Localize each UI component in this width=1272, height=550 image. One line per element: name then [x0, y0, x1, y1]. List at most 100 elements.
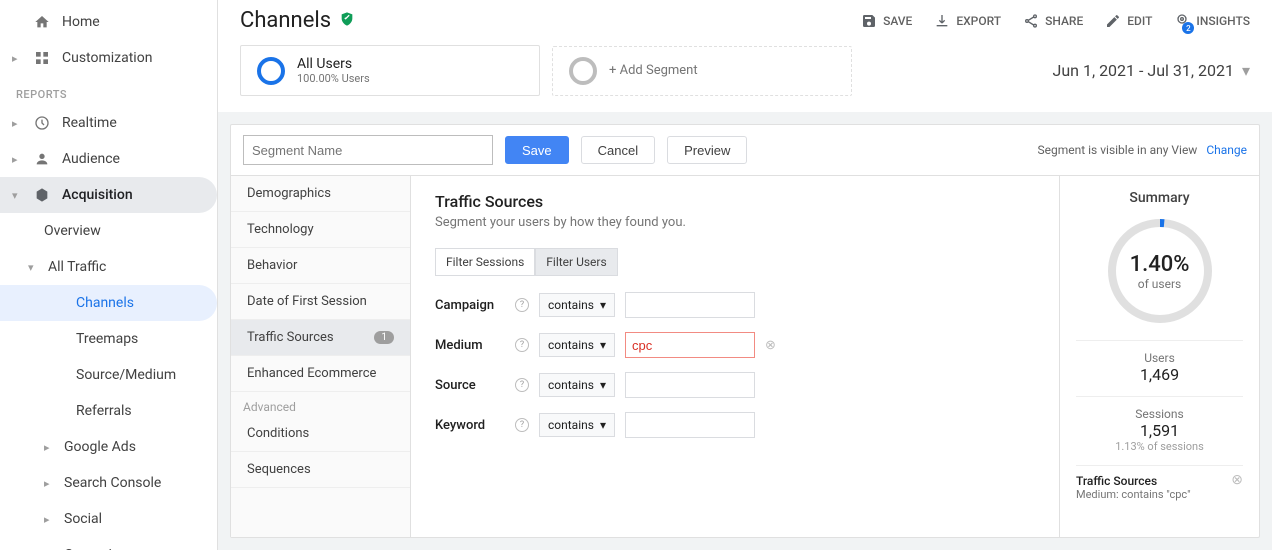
keyword-input[interactable] [625, 412, 755, 438]
medium-input[interactable] [625, 332, 755, 358]
source-operator-dropdown[interactable]: contains▾ [539, 373, 615, 397]
cat-enhanced-ecommerce[interactable]: Enhanced Ecommerce [231, 356, 410, 392]
date-range-picker[interactable]: Jun 1, 2021 - Jul 31, 2021 ▾ [1053, 61, 1251, 80]
nav-google-ads[interactable]: ▸ Google Ads [0, 429, 217, 465]
stat-users: Users 1,469 [1076, 340, 1243, 384]
nav-label: Treemaps [76, 331, 138, 347]
summary-filter-description: ⊗ Traffic Sources Medium: contains "cpc" [1076, 465, 1243, 501]
nav-customization[interactable]: ▸ Customization [0, 40, 217, 76]
nav-label: Home [62, 14, 100, 30]
nav-all-traffic[interactable]: ▾ All Traffic [0, 249, 217, 285]
nav-label: Referrals [76, 403, 132, 419]
notification-badge: 2 [1182, 22, 1194, 34]
chevron-down-icon: ▾ [600, 338, 606, 352]
nav-label: Social [64, 511, 102, 527]
nav-realtime[interactable]: ▸ Realtime [0, 105, 217, 141]
close-icon[interactable]: ⊗ [1231, 472, 1243, 488]
nav-label: Customization [62, 50, 152, 66]
advanced-group-label: Advanced [231, 392, 410, 416]
cat-traffic-sources[interactable]: Traffic Sources 1 [231, 320, 410, 356]
campaign-label: Campaign [435, 298, 505, 313]
nav-label: Realtime [62, 115, 117, 131]
chevron-down-icon: ▾ [600, 378, 606, 392]
chevron-down-icon: ▾ [600, 418, 606, 432]
chevron-right-icon: ▸ [44, 477, 54, 490]
add-segment-label: + Add Segment [609, 63, 698, 78]
help-icon[interactable]: ? [515, 418, 529, 432]
filter-count-badge: 1 [374, 331, 394, 344]
nav-label: Overview [44, 223, 101, 239]
nav-label: Source/Medium [76, 367, 176, 383]
main: Channels SAVE EXPORT SHARE EDIT 2INSIGHT… [218, 0, 1272, 550]
tab-filter-sessions[interactable]: Filter Sessions [435, 248, 535, 276]
summary-percent: 1.40% [1130, 252, 1190, 277]
chevron-right-icon: ▸ [12, 52, 22, 65]
help-icon[interactable]: ? [515, 338, 529, 352]
nav-search-console[interactable]: ▸ Search Console [0, 465, 217, 501]
customization-icon [32, 50, 52, 66]
nav-source-medium[interactable]: Source/Medium [0, 357, 217, 393]
segment-all-users[interactable]: All Users 100.00% Users [240, 45, 540, 96]
nav-label: All Traffic [48, 259, 106, 275]
edit-button[interactable]: EDIT [1105, 13, 1152, 29]
save-button[interactable]: Save [505, 136, 569, 164]
help-icon[interactable]: ? [515, 378, 529, 392]
chevron-right-icon: ▸ [44, 441, 54, 454]
save-button[interactable]: SAVE [861, 13, 912, 29]
campaign-input[interactable] [625, 292, 755, 318]
segment-editor: Traffic Sources Segment your users by ho… [411, 176, 1059, 537]
summary-donut: 1.40% of users [1105, 216, 1215, 326]
cat-behavior[interactable]: Behavior [231, 248, 410, 284]
cat-sequences[interactable]: Sequences [231, 452, 410, 488]
segment-name-input[interactable] [243, 135, 493, 165]
chevron-right-icon: ▸ [12, 117, 22, 130]
cancel-button[interactable]: Cancel [581, 136, 655, 164]
nav-label: Search Console [64, 475, 161, 491]
row-source: Source ? contains▾ [435, 372, 1035, 398]
summary-title: Summary [1129, 190, 1189, 206]
chevron-right-icon: ▸ [44, 513, 54, 526]
cat-date-first-session[interactable]: Date of First Session [231, 284, 410, 320]
segment-ring-icon [569, 57, 597, 85]
source-label: Source [435, 378, 505, 393]
source-input[interactable] [625, 372, 755, 398]
chevron-right-icon: ▸ [12, 153, 22, 166]
segment-categories: Demographics Technology Behavior Date of… [231, 176, 411, 537]
medium-operator-dropdown[interactable]: contains▾ [539, 333, 615, 357]
remove-icon[interactable]: ⊗ [765, 338, 776, 353]
nav-label: Google Ads [64, 439, 136, 455]
keyword-operator-dropdown[interactable]: contains▾ [539, 413, 615, 437]
nav-referrals[interactable]: Referrals [0, 393, 217, 429]
export-button[interactable]: EXPORT [934, 13, 1001, 29]
home-icon [32, 14, 52, 30]
add-segment[interactable]: + Add Segment [552, 46, 852, 96]
nav-label: Channels [76, 295, 134, 311]
nav-acquisition[interactable]: ▾ Acquisition [0, 177, 217, 213]
editor-subtitle: Segment your users by how they found you… [435, 215, 1035, 230]
nav-social[interactable]: ▸ Social [0, 501, 217, 537]
chevron-down-icon: ▾ [600, 298, 606, 312]
summary-percent-label: of users [1138, 277, 1181, 291]
person-icon [32, 151, 52, 167]
chevron-down-icon: ▾ [28, 261, 38, 274]
cat-conditions[interactable]: Conditions [231, 416, 410, 452]
change-link[interactable]: Change [1206, 143, 1247, 157]
cat-technology[interactable]: Technology [231, 212, 410, 248]
cat-demographics[interactable]: Demographics [231, 176, 410, 212]
tab-filter-users[interactable]: Filter Users [535, 248, 617, 276]
insights-button[interactable]: 2INSIGHTS [1174, 11, 1250, 30]
nav-channels[interactable]: Channels [0, 285, 217, 321]
nav-treemaps[interactable]: Treemaps [0, 321, 217, 357]
preview-button[interactable]: Preview [667, 136, 747, 164]
help-icon[interactable]: ? [515, 298, 529, 312]
nav-overview[interactable]: Overview [0, 213, 217, 249]
keyword-label: Keyword [435, 418, 505, 433]
share-button[interactable]: SHARE [1023, 13, 1083, 29]
nav-campaigns[interactable]: ▸Campaigns [0, 537, 217, 550]
chevron-down-icon: ▾ [1242, 61, 1250, 80]
reports-header: REPORTS [0, 76, 217, 105]
nav-home[interactable]: Home [0, 4, 217, 40]
campaign-operator-dropdown[interactable]: contains▾ [539, 293, 615, 317]
nav-audience[interactable]: ▸ Audience [0, 141, 217, 177]
row-keyword: Keyword ? contains▾ [435, 412, 1035, 438]
